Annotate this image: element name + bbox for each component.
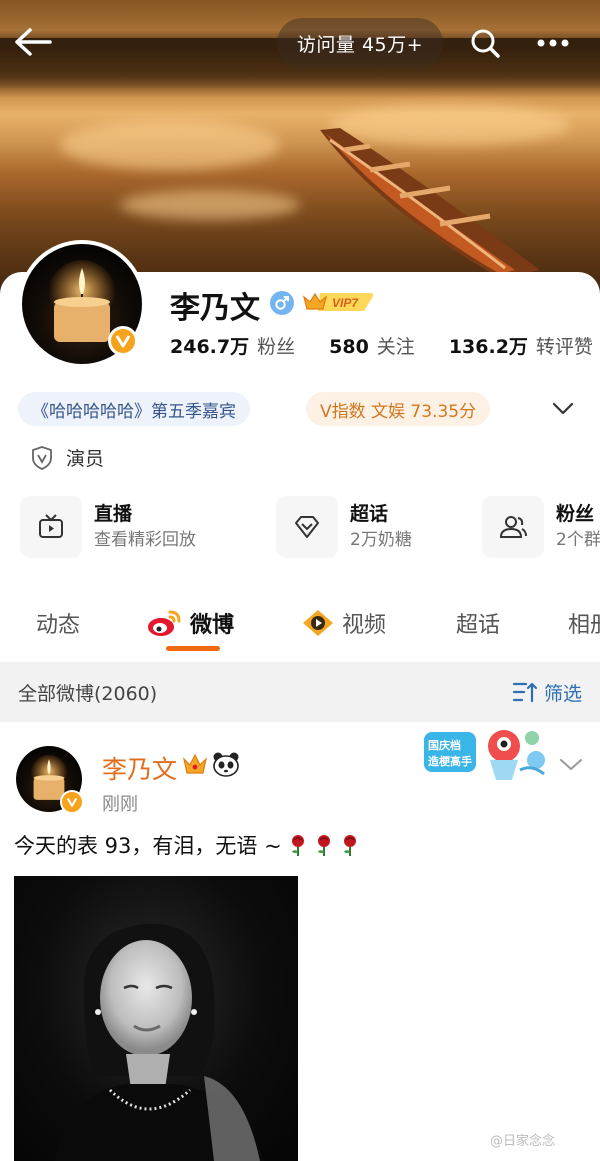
verified-v-badge <box>108 326 138 356</box>
post-content: 今天的表 93，有泪，无语 ~ <box>14 830 360 860</box>
tab-album[interactable]: 相册 <box>568 598 600 648</box>
search-button[interactable] <box>462 20 508 66</box>
show-guest-tag[interactable]: 《哈哈哈哈哈》第五季嘉宾 <box>18 392 250 426</box>
profile-avatar[interactable] <box>18 240 146 368</box>
v-icon <box>115 335 131 348</box>
post-photo-portrait[interactable] <box>14 876 298 1161</box>
svg-text:造梗高手: 造梗高手 <box>428 754 472 768</box>
shortcut-title: 直播 <box>94 503 133 525</box>
weibo-logo-icon <box>148 610 181 636</box>
diamond-icon <box>295 516 319 538</box>
canoe-image <box>320 128 540 278</box>
shortcut-title: 超话 <box>350 503 389 525</box>
sticker-text: 国庆档 <box>428 738 461 752</box>
v-icon <box>66 797 78 807</box>
filter-button[interactable]: 筛选 <box>512 679 582 706</box>
stat-reposts-likes[interactable]: 136.2万 转评赞 <box>449 332 593 359</box>
stat-following[interactable]: 580 关注 <box>329 332 415 359</box>
visits-count-pill[interactable]: 访问量 45万+ <box>277 18 443 68</box>
video-play-icon <box>303 610 333 636</box>
rose-icon <box>291 835 304 856</box>
crown-icon <box>182 753 208 774</box>
profile-tabs: 动态 微博 视频 超话 相册 <box>0 598 600 652</box>
shortcut-live[interactable]: 直播 查看精彩回放 <box>20 496 196 558</box>
post-count-label: 全部微博(2060) <box>18 682 158 705</box>
filter-icon <box>512 682 538 703</box>
tv-icon <box>39 514 63 538</box>
more-dots-icon <box>537 39 569 47</box>
search-icon <box>471 29 500 58</box>
shield-v-icon <box>32 445 52 470</box>
filter-bar: 全部微博(2060) 筛选 <box>0 662 600 722</box>
tab-video[interactable]: 视频 <box>300 598 386 648</box>
male-gender-icon <box>270 291 294 315</box>
shortcut-subtitle: 2万奶糖 <box>350 530 412 550</box>
more-options-button[interactable] <box>526 20 580 66</box>
tab-weibo[interactable]: 微博 <box>146 598 234 648</box>
post-menu-chevron-icon[interactable] <box>558 756 584 774</box>
active-tab-indicator <box>166 646 220 651</box>
profile-stats: 246.7万 粉丝 580 关注 136.2万 转评赞 <box>170 332 600 359</box>
v-index-tag[interactable]: V指数 文娱 73.35分 <box>306 392 491 426</box>
back-arrow-icon <box>15 28 52 56</box>
tab-supertopic[interactable]: 超话 <box>456 598 500 648</box>
chevron-down-icon[interactable] <box>550 398 576 418</box>
post-author-name[interactable]: 李乃文 <box>102 750 177 786</box>
back-button[interactable] <box>10 22 56 62</box>
occupation-label: 演员 <box>66 448 105 470</box>
shortcut-supertopic[interactable]: 超话 2万奶糖 <box>276 496 412 558</box>
post-timestamp: 刚刚 <box>102 794 138 815</box>
rose-icon <box>317 835 330 856</box>
watermark: @日家念念 <box>490 1134 556 1149</box>
post-text: 今天的表 93，有泪，无语 ~ <box>14 834 282 858</box>
post-verified-badge <box>60 790 84 814</box>
tab-feed[interactable]: 动态 <box>36 598 80 648</box>
panda-icon <box>213 752 239 777</box>
shortcut-title: 粉丝 <box>556 503 595 525</box>
profile-name: 李乃文 <box>170 291 260 326</box>
profile-shortcuts: 直播 查看精彩回放 超话 2万奶糖 粉丝 2个群 <box>0 496 600 562</box>
occupation-row: 演员 <box>30 444 104 471</box>
vip-badge[interactable]: VIP7 <box>302 289 376 319</box>
stat-followers[interactable]: 246.7万 粉丝 <box>170 332 295 359</box>
shortcut-subtitle: 查看精彩回放 <box>94 530 196 550</box>
weibo-post: 李乃文 刚刚 国庆档 造梗高手 今天的表 93，有泪，无语 ~ <box>0 722 600 1161</box>
holiday-sticker-badge[interactable]: 国庆档 造梗高手 <box>420 724 550 790</box>
vip-label: VIP7 <box>332 296 359 310</box>
shortcut-subtitle: 2个群 <box>556 530 600 550</box>
shortcut-fans[interactable]: 粉丝 2个群 <box>482 496 600 558</box>
rose-icon <box>343 835 356 856</box>
group-icon <box>499 516 527 538</box>
